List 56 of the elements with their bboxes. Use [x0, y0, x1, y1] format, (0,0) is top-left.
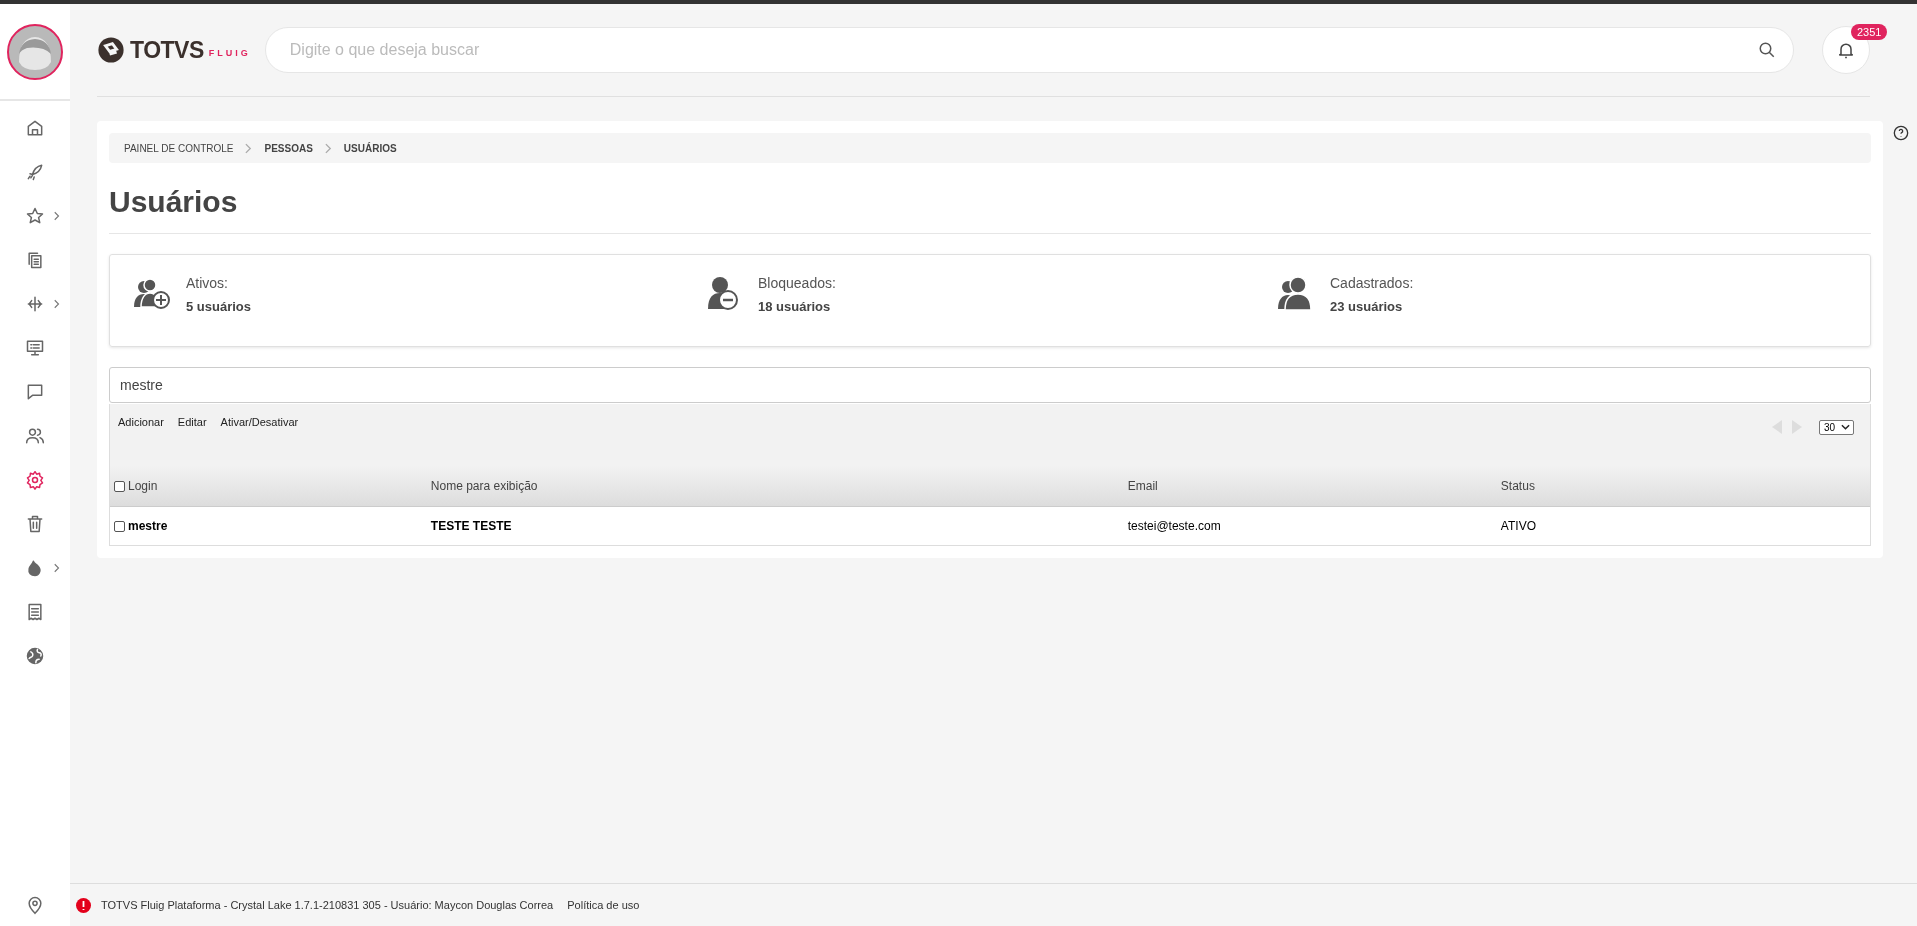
- notification-count: 2351: [1851, 24, 1888, 40]
- chevron-right-icon[interactable]: [54, 299, 60, 309]
- avatar-icon[interactable]: [7, 23, 63, 80]
- home-icon[interactable]: [25, 118, 45, 138]
- usage-policy-link[interactable]: Política de uso: [567, 899, 640, 911]
- logo-icon: [97, 36, 125, 64]
- chat-icon[interactable]: [25, 382, 45, 402]
- select-all-checkbox[interactable]: [114, 480, 125, 492]
- toolbar-action[interactable]: Editar: [177, 416, 211, 428]
- breadcrumb-link[interactable]: PESSOAS: [264, 142, 313, 154]
- help-icon[interactable]: [1893, 125, 1909, 141]
- breadcrumb-link[interactable]: PAINEL DE CONTROLE: [124, 142, 234, 154]
- bell-icon: [1836, 40, 1856, 60]
- stat-value: 23 usuários: [1330, 299, 1404, 314]
- location-pin-icon[interactable]: [25, 895, 45, 915]
- search-field[interactable]: Digite o que deseja buscar: [264, 27, 1794, 73]
- receipt-icon[interactable]: [25, 602, 45, 622]
- stat-value: 5 usuários: [186, 299, 252, 314]
- table-cell: testei@teste.com: [1127, 519, 1221, 533]
- search-icon[interactable]: [1758, 41, 1776, 59]
- chevron-right-icon[interactable]: [54, 211, 60, 221]
- documents-icon[interactable]: [25, 250, 45, 270]
- chevron-right-icon[interactable]: [54, 563, 60, 573]
- stat-label: Ativos:: [186, 275, 229, 291]
- gear-icon[interactable]: [25, 470, 45, 490]
- people-icon[interactable]: [25, 426, 45, 446]
- column-header[interactable]: Email: [1127, 479, 1158, 493]
- table-cell: mestre: [128, 519, 168, 533]
- logo-subtitle: FLUIG: [208, 48, 251, 58]
- stat-value: 18 usuários: [758, 299, 832, 314]
- monitor-icon[interactable]: [25, 338, 45, 358]
- chevron-right-icon: [324, 142, 332, 154]
- globe-icon[interactable]: [25, 646, 45, 666]
- column-header[interactable]: Login: [128, 479, 158, 493]
- column-header[interactable]: Status: [1500, 479, 1535, 493]
- star-icon[interactable]: [25, 206, 45, 226]
- toolbar-action[interactable]: Ativar/Desativar: [220, 416, 303, 428]
- column-header[interactable]: Nome para exibição: [430, 479, 538, 493]
- page-title: Usuários: [109, 185, 239, 219]
- stat-label: Cadastrados:: [1330, 275, 1414, 291]
- chevron-right-icon: [245, 142, 253, 154]
- table-cell: ATIVO: [1500, 519, 1536, 533]
- page-size-select[interactable]: 30: [1818, 419, 1854, 435]
- stat-label: Bloqueados:: [758, 275, 836, 291]
- trash-icon[interactable]: [25, 514, 45, 534]
- arrows-icon[interactable]: [25, 294, 45, 314]
- row-checkbox[interactable]: [114, 520, 125, 532]
- status-text: TOTVS Fluig Plataforma - Crystal Lake 1.7.1-210831 305 - Usuário: Maycon Douglas Correa: [101, 899, 554, 911]
- breadcrumb-link[interactable]: USUÁRIOS: [343, 142, 397, 154]
- logo-text: TOTVS: [130, 36, 204, 64]
- caret-icon: [1841, 424, 1850, 430]
- table-cell: TESTE TESTE: [430, 519, 512, 533]
- filter-field[interactable]: mestre: [109, 367, 1871, 403]
- rocket-icon[interactable]: [25, 162, 45, 182]
- toolbar-action[interactable]: Adicionar: [118, 416, 168, 428]
- alert-icon: [76, 897, 91, 913]
